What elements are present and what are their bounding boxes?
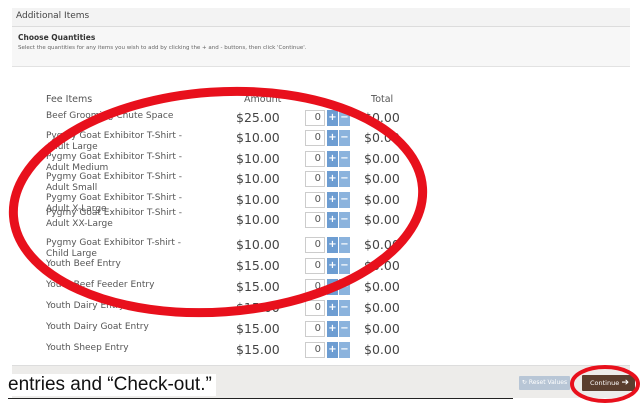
- annotation-ellipse-items: [8, 86, 428, 318]
- annotation-overlay: [8, 86, 640, 403]
- annotation-ellipse-continue: [570, 365, 640, 403]
